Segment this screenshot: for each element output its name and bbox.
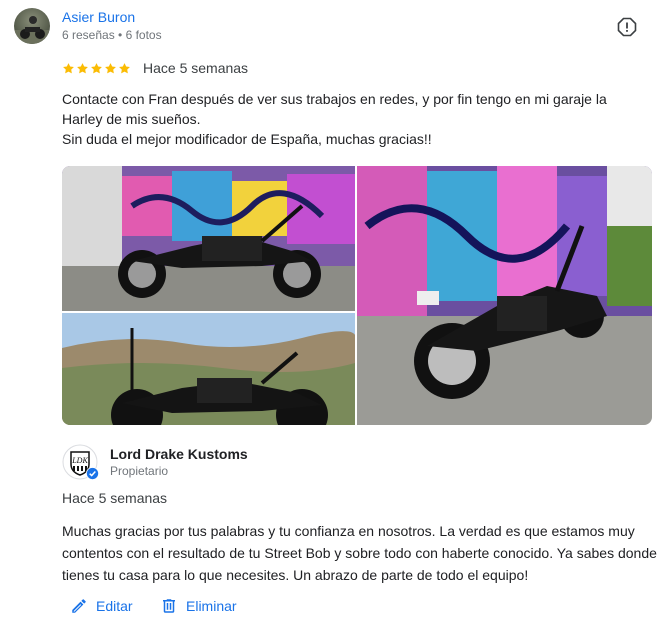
report-flag-icon (617, 17, 637, 37)
star-rating (62, 62, 131, 75)
edit-label: Editar (96, 598, 133, 614)
star-icon (105, 62, 116, 73)
pencil-icon (72, 599, 86, 613)
reply-text: Muchas gracias por tus palabras y tu con… (62, 523, 657, 583)
rating-row: Hace 5 semanas (62, 60, 248, 76)
reviewer-avatar[interactable] (14, 8, 50, 44)
star-icon (91, 62, 102, 73)
review-photo[interactable] (62, 166, 355, 311)
star-icon (63, 62, 74, 73)
star-icon (119, 62, 130, 73)
reviewer-stats: 6 reseñas • 6 fotos (62, 28, 162, 42)
review-photos (62, 166, 652, 425)
delete-label: Eliminar (186, 598, 237, 614)
star-icon (77, 62, 88, 73)
trash-icon (163, 599, 175, 613)
owner-avatar: LDK (62, 444, 99, 480)
svg-text:LDK: LDK (71, 456, 88, 465)
edit-button[interactable]: Editar (70, 596, 133, 616)
reviewer-name[interactable]: Asier Buron (62, 9, 135, 25)
reply-time: Hace 5 semanas (62, 490, 168, 506)
owner-name: Lord Drake Kustoms (110, 446, 248, 462)
report-button[interactable] (617, 17, 637, 37)
verified-check-icon (86, 467, 99, 480)
review-text: Contacte con Fran después de ver sus tra… (62, 91, 607, 147)
review-photo[interactable] (357, 166, 652, 425)
owner-role: Propietario (110, 464, 169, 478)
delete-button[interactable]: Eliminar (160, 596, 237, 616)
review-time: Hace 5 semanas (143, 60, 249, 76)
review-photo[interactable] (62, 313, 355, 425)
